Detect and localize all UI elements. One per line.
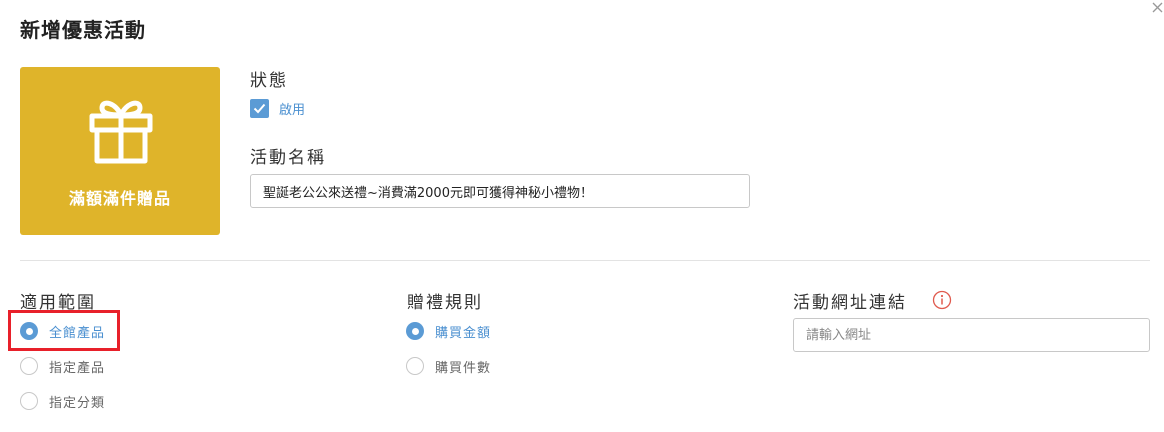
gift-promotion-type-card[interactable]: 滿額滿件贈品 xyxy=(20,67,220,235)
activity-link-label: 活動網址連結 xyxy=(793,293,907,313)
radio-unchecked-icon[interactable] xyxy=(20,357,38,375)
activity-name-label: 活動名稱 xyxy=(250,148,326,168)
scope-option-label: 指定產品 xyxy=(49,360,106,376)
enable-checkbox[interactable]: 啟用 xyxy=(250,98,305,118)
radio-unchecked-icon[interactable] xyxy=(406,357,424,375)
scope-label: 適用範圍 xyxy=(20,293,96,313)
scope-option-all-products[interactable]: 全館產品 xyxy=(20,320,105,342)
gift-icon xyxy=(89,100,153,164)
rule-option-label: 購買金額 xyxy=(435,325,492,341)
checkbox-checked-icon[interactable] xyxy=(250,98,269,118)
info-icon[interactable] xyxy=(932,290,952,310)
gift-card-label: 滿額滿件贈品 xyxy=(68,189,171,208)
scope-option-specific-category[interactable]: 指定分類 xyxy=(20,390,105,412)
activity-name-input[interactable] xyxy=(250,174,750,208)
close-icon[interactable] xyxy=(1150,0,1164,14)
scope-option-specific-products[interactable]: 指定產品 xyxy=(20,355,105,377)
rule-option-label: 購買件數 xyxy=(435,360,492,376)
status-label: 狀態 xyxy=(250,71,288,91)
scope-option-label: 指定分類 xyxy=(49,395,106,411)
activity-url-input[interactable] xyxy=(793,318,1150,352)
section-divider xyxy=(20,260,1150,261)
new-promotion-dialog: 新增優惠活動 滿額滿件贈品 狀態 啟用 活動名稱 適用 xyxy=(0,0,1164,432)
rule-option-purchase-amount[interactable]: 購買金額 xyxy=(406,320,491,342)
dialog-title: 新增優惠活動 xyxy=(20,18,146,42)
radio-checked-icon[interactable] xyxy=(20,322,38,340)
rule-option-purchase-quantity[interactable]: 購買件數 xyxy=(406,355,491,377)
radio-unchecked-icon[interactable] xyxy=(20,392,38,410)
gift-rule-label: 贈禮規則 xyxy=(407,293,483,313)
enable-checkbox-label: 啟用 xyxy=(279,102,306,118)
scope-option-label: 全館產品 xyxy=(49,325,106,341)
radio-checked-icon[interactable] xyxy=(406,322,424,340)
